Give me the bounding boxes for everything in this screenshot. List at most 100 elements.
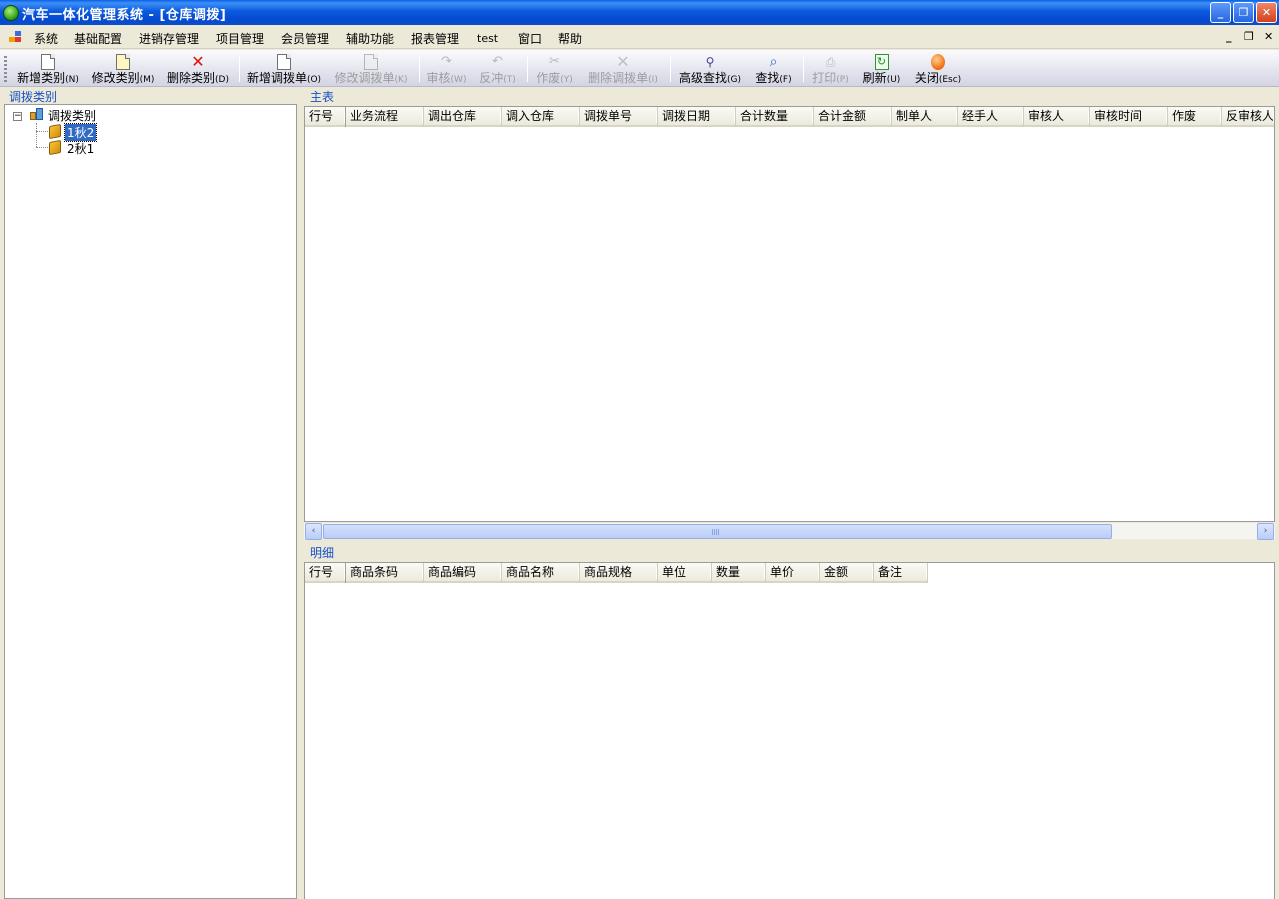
- refresh-button[interactable]: ↻ 刷新(U): [859, 52, 904, 85]
- column-header[interactable]: 审核人: [1024, 107, 1090, 127]
- new-doc-icon: [277, 54, 291, 70]
- column-header[interactable]: 业务流程: [346, 107, 424, 127]
- mdi-document-icon[interactable]: [9, 31, 23, 43]
- column-header[interactable]: 单位: [658, 563, 712, 583]
- column-header[interactable]: 单价: [766, 563, 820, 583]
- menu-reports[interactable]: 报表管理: [411, 30, 459, 47]
- tree-root-label[interactable]: 调拨类别: [48, 107, 96, 124]
- reverse-label: 反冲: [479, 71, 504, 85]
- column-header[interactable]: 制单人: [892, 107, 958, 127]
- column-header[interactable]: 商品规格: [580, 563, 658, 583]
- menu-inventory[interactable]: 进销存管理: [139, 30, 199, 47]
- toolbar-separator: [670, 56, 671, 82]
- edit-transfer-label: 修改调拨单: [334, 71, 395, 85]
- toolbar-separator: [527, 56, 528, 82]
- tree-guide-line: [36, 147, 48, 148]
- approve-button[interactable]: ↷ 审核(W): [424, 52, 469, 85]
- column-header[interactable]: 调入仓库: [502, 107, 580, 127]
- edit-category-button[interactable]: 修改类别(M): [89, 52, 157, 85]
- category-panel: 调拨类别 − 调拨类别 1秋2 2秋1: [0, 88, 300, 899]
- advanced-search-label: 高级查找: [678, 71, 727, 85]
- minimize-window-button[interactable]: _: [1210, 2, 1231, 23]
- menu-project[interactable]: 项目管理: [216, 30, 264, 47]
- window-title-bar[interactable]: 汽车一体化管理系统 - [仓库调拨] _ ❐ ✕: [0, 0, 1279, 25]
- column-header[interactable]: 商品条码: [346, 563, 424, 583]
- scroll-right-button[interactable]: ›: [1257, 523, 1274, 540]
- detail-grid-title: 明细: [310, 546, 335, 560]
- toolbar-separator: [419, 56, 420, 82]
- menu-tools[interactable]: 辅助功能: [346, 30, 394, 47]
- tree-root-icon: [30, 108, 44, 122]
- column-header[interactable]: 调拨日期: [658, 107, 736, 127]
- menu-window[interactable]: 窗口: [518, 30, 542, 47]
- menu-member[interactable]: 会员管理: [281, 30, 329, 47]
- reverse-button[interactable]: ↶ 反冲(T): [475, 52, 520, 85]
- tree-guide-line: [36, 131, 48, 132]
- category-tree[interactable]: − 调拨类别 1秋2 2秋1: [4, 104, 297, 899]
- column-header[interactable]: 商品编码: [424, 563, 502, 583]
- toolbar-grip[interactable]: [4, 56, 7, 82]
- mdi-restore-button[interactable]: ❐: [1244, 30, 1254, 43]
- column-header[interactable]: 反审核人: [1222, 107, 1274, 127]
- collapse-toggle[interactable]: −: [13, 112, 22, 121]
- printer-icon: ⎙: [825, 55, 836, 69]
- master-grid[interactable]: 行号 业务流程 调出仓库 调入仓库 调拨单号 调拨日期 合计数量 合计金额 制单…: [304, 106, 1275, 522]
- advanced-search-button[interactable]: ⚲ 高级查找(G): [676, 52, 744, 85]
- menu-test[interactable]: test: [477, 32, 498, 45]
- edit-category-label: 修改类别: [91, 71, 140, 85]
- column-header[interactable]: 商品名称: [502, 563, 580, 583]
- delete-transfer-button[interactable]: ✕ 删除调拨单(I): [583, 52, 663, 86]
- delete-x-icon: ✕: [616, 52, 630, 71]
- column-header[interactable]: 调拨单号: [580, 107, 658, 127]
- detail-grid[interactable]: 行号 商品条码 商品编码 商品名称 商品规格 单位 数量 单价 金额 备注: [304, 562, 1275, 899]
- close-window-button[interactable]: ✕: [1256, 2, 1277, 23]
- new-transfer-button[interactable]: 新增调拨单(O): [244, 52, 324, 85]
- close-form-label: 关闭: [914, 71, 939, 85]
- menu-help[interactable]: 帮助: [558, 30, 582, 47]
- search-button[interactable]: ⌕ 查找(F): [751, 52, 796, 85]
- delete-category-label: 删除类别: [167, 71, 216, 85]
- menu-system[interactable]: 系统: [34, 30, 58, 47]
- edit-transfer-button[interactable]: 修改调拨单(K): [331, 52, 411, 85]
- reverse-icon: ↶: [492, 54, 503, 69]
- column-header[interactable]: 调出仓库: [424, 107, 502, 127]
- column-header[interactable]: 合计金额: [814, 107, 892, 127]
- close-form-button[interactable]: 关闭(Esc): [909, 52, 967, 85]
- mdi-close-button[interactable]: ✕: [1264, 30, 1273, 43]
- column-header[interactable]: 备注: [874, 563, 928, 583]
- close-circle-icon: [931, 54, 945, 70]
- column-header[interactable]: 审核时间: [1090, 107, 1168, 127]
- column-header[interactable]: 经手人: [958, 107, 1024, 127]
- new-doc-icon: [41, 54, 55, 70]
- scroll-left-button[interactable]: ‹: [305, 523, 322, 540]
- edit-doc-icon: [116, 54, 130, 70]
- column-header[interactable]: 行号: [305, 107, 346, 127]
- app-logo-icon: [3, 5, 19, 21]
- toolbar-separator: [239, 56, 240, 82]
- master-grid-header: 行号 业务流程 调出仓库 调入仓库 调拨单号 调拨日期 合计数量 合计金额 制单…: [305, 107, 1274, 127]
- new-category-label: 新增类别: [17, 71, 66, 85]
- column-header[interactable]: 行号: [305, 563, 346, 583]
- print-button[interactable]: ⎙ 打印(P): [808, 52, 853, 85]
- menu-basic-config[interactable]: 基础配置: [74, 30, 122, 47]
- column-header[interactable]: 数量: [712, 563, 766, 583]
- master-grid-hscrollbar[interactable]: ‹ ›: [304, 522, 1275, 540]
- restore-window-button[interactable]: ❐: [1233, 2, 1254, 23]
- tree-item-category-1[interactable]: 1秋2: [63, 123, 98, 142]
- new-transfer-label: 新增调拨单: [246, 71, 307, 85]
- column-header[interactable]: 金额: [820, 563, 874, 583]
- detail-grid-header: 行号 商品条码 商品编码 商品名称 商品规格 单位 数量 单价 金额 备注: [305, 563, 928, 583]
- category-panel-title: 调拨类别: [9, 90, 58, 104]
- search-label: 查找: [755, 71, 780, 85]
- tree-item-category-2[interactable]: 2秋1: [67, 140, 94, 157]
- mdi-minimize-button[interactable]: _: [1226, 30, 1232, 43]
- column-header[interactable]: 合计数量: [736, 107, 814, 127]
- delete-category-button[interactable]: ✕ 删除类别(D): [164, 52, 232, 86]
- scrollbar-thumb[interactable]: [323, 524, 1112, 539]
- column-header[interactable]: 作废: [1168, 107, 1222, 127]
- panel-splitter[interactable]: [298, 88, 303, 899]
- new-category-button[interactable]: 新增类别(N): [14, 52, 82, 85]
- category-cube-icon: [49, 139, 61, 156]
- void-button[interactable]: ✂ 作废(Y): [532, 52, 577, 85]
- category-cube-icon: [49, 123, 61, 140]
